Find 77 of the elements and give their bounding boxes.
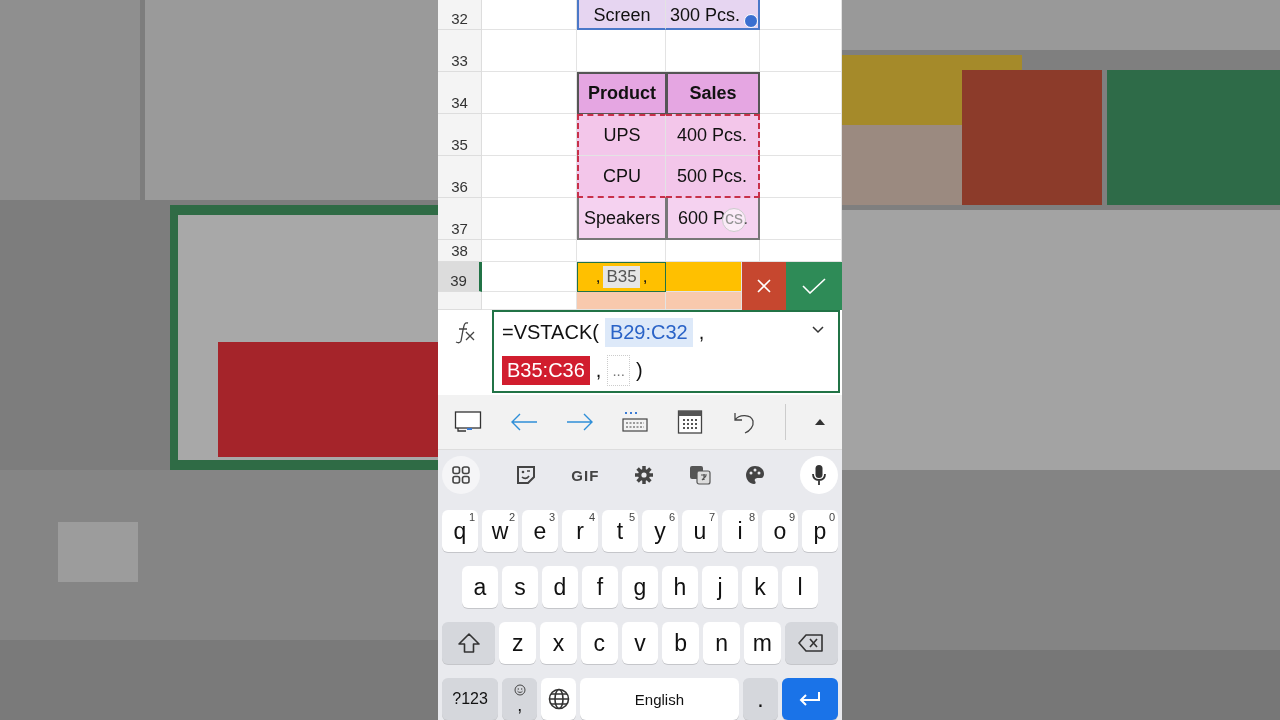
numeric-keyboard-icon[interactable] xyxy=(622,411,649,433)
table-cell[interactable]: Sales xyxy=(666,72,760,114)
symbols-key[interactable]: ?123 xyxy=(442,678,499,720)
key[interactable]: m xyxy=(743,622,781,664)
row-header[interactable]: 36 xyxy=(438,156,482,198)
space-bar[interactable]: English xyxy=(580,678,739,720)
shift-icon xyxy=(457,633,480,653)
enter-icon xyxy=(797,691,822,707)
keyboard-hide-icon[interactable] xyxy=(454,410,482,434)
globe-icon xyxy=(547,688,570,710)
table-cell[interactable]: Product xyxy=(577,72,666,114)
row-header[interactable] xyxy=(438,292,482,310)
row-header[interactable]: 33 xyxy=(438,30,482,72)
key[interactable]: b xyxy=(662,622,700,664)
row-header[interactable]: 32 xyxy=(438,0,482,30)
key[interactable]: k xyxy=(742,566,778,608)
period-key[interactable]: . xyxy=(742,678,778,720)
fill-handle[interactable] xyxy=(744,14,758,28)
cell[interactable] xyxy=(482,240,577,262)
table-cell[interactable]: 300 Pcs. xyxy=(666,0,760,30)
key[interactable]: 4 r xyxy=(562,510,598,552)
key[interactable]: f xyxy=(582,566,618,608)
key[interactable]: s xyxy=(502,566,538,608)
formula-field[interactable]: =VSTACK( B29:C32 , B35:C36 , ... ) xyxy=(492,310,840,393)
cell[interactable] xyxy=(482,30,577,72)
table-cell[interactable]: CPU xyxy=(577,156,666,198)
settings-icon[interactable] xyxy=(633,465,654,485)
enter-key[interactable] xyxy=(781,678,838,720)
row-header[interactable]: 38 xyxy=(438,240,482,262)
row-header[interactable]: 35 xyxy=(438,114,482,156)
key[interactable]: 5 t xyxy=(602,510,638,552)
table-cell[interactable]: UPS xyxy=(577,114,666,156)
table-cell[interactable]: 400 Pcs. xyxy=(666,114,760,156)
gif-button[interactable]: GIF xyxy=(571,466,600,484)
key[interactable]: x xyxy=(540,622,577,664)
emoji-comma-key[interactable]: , xyxy=(502,678,538,720)
table-cell[interactable] xyxy=(666,262,742,292)
key[interactable]: z xyxy=(499,622,537,664)
chevron-down-icon[interactable] xyxy=(812,326,824,334)
table-cell[interactable]: 600 Pcs. xyxy=(666,198,760,240)
shift-key[interactable] xyxy=(442,622,496,664)
key[interactable]: a xyxy=(462,566,498,608)
smiley-icon xyxy=(513,684,526,696)
arrow-right-icon[interactable] xyxy=(566,412,595,432)
key[interactable]: v xyxy=(621,622,659,664)
language-key[interactable] xyxy=(541,678,576,720)
sticker-icon[interactable] xyxy=(514,464,537,486)
key[interactable]: l xyxy=(782,566,818,608)
table-cell[interactable]: , B35 , xyxy=(577,262,666,292)
palette-icon[interactable] xyxy=(745,465,766,485)
key[interactable]: n xyxy=(703,622,740,664)
apps-icon[interactable] xyxy=(442,456,480,494)
key[interactable]: c xyxy=(580,622,618,664)
microphone-icon[interactable] xyxy=(799,456,838,494)
table-cell[interactable] xyxy=(577,292,666,310)
backspace-key[interactable] xyxy=(784,622,838,664)
arrow-left-icon[interactable] xyxy=(510,412,539,432)
table-cell[interactable]: Screen xyxy=(577,0,666,30)
row-header[interactable]: 37 xyxy=(438,198,482,240)
row-header[interactable]: 39 xyxy=(438,262,482,292)
table-cell[interactable]: Speakers xyxy=(577,198,666,240)
cancel-button[interactable] xyxy=(742,262,786,310)
expand-up-icon[interactable] xyxy=(814,418,826,426)
checkmark-icon xyxy=(802,278,826,294)
close-icon xyxy=(756,278,772,294)
row-header[interactable]: 34 xyxy=(438,72,482,114)
key[interactable]: j xyxy=(702,566,738,608)
key[interactable]: 8 i xyxy=(722,510,758,552)
table-cell[interactable] xyxy=(666,292,742,310)
key[interactable]: d xyxy=(542,566,578,608)
translate-icon[interactable] xyxy=(688,464,711,486)
confirm-button[interactable] xyxy=(786,262,842,310)
key[interactable]: h xyxy=(662,566,698,608)
backspace-icon xyxy=(798,634,825,652)
key[interactable]: g xyxy=(622,566,658,608)
table-cell[interactable]: 500 Pcs. xyxy=(666,156,760,198)
calendar-icon[interactable] xyxy=(676,409,703,435)
